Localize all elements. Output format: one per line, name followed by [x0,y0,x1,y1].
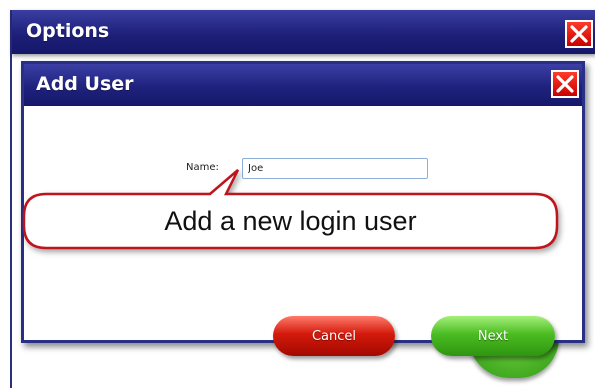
callout-bubble [22,169,559,250]
